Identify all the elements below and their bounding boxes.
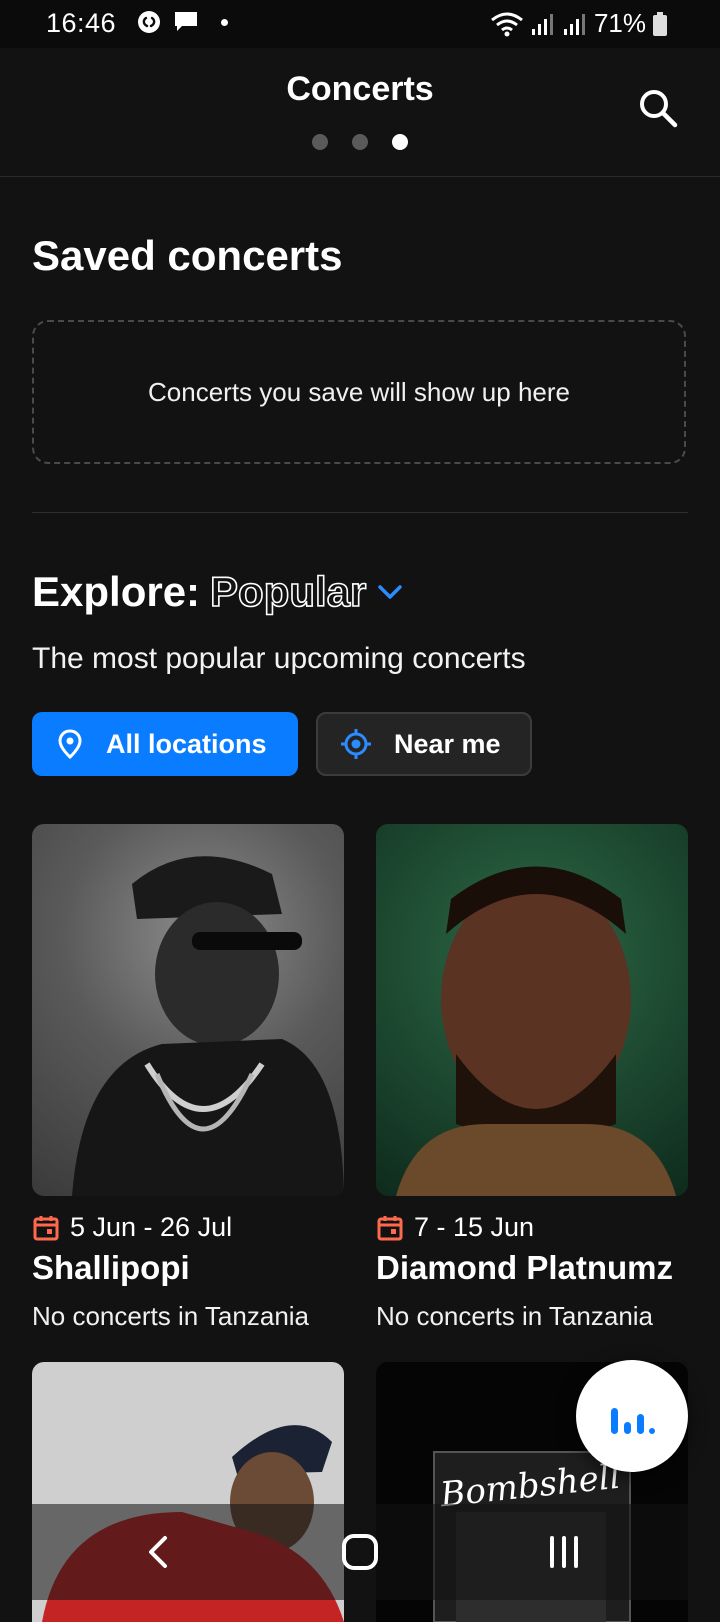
- status-left-icons: [137, 10, 228, 34]
- message-icon: [175, 12, 197, 31]
- page-indicator: [312, 134, 408, 150]
- artist-photo[interactable]: [376, 824, 688, 1196]
- filter-near-me[interactable]: Near me: [316, 712, 532, 776]
- battery-percent: 71%: [593, 8, 646, 38]
- recents-icon: [550, 1536, 578, 1568]
- audio-levels-icon: [611, 1408, 655, 1434]
- home-button[interactable]: [336, 1528, 384, 1576]
- concert-date-text: 5 Jun - 26 Jul: [70, 1212, 233, 1242]
- artist-silhouette: [72, 856, 344, 1196]
- explore-label: Explore:: [32, 568, 201, 615]
- battery-icon: [653, 11, 667, 36]
- location-pin-icon: [58, 729, 82, 759]
- concert-date: 7 - 15 Jun: [376, 1212, 688, 1243]
- concert-location-note: No concerts in Tanzania: [376, 1301, 654, 1331]
- concert-location-note: No concerts in Tanzania: [32, 1301, 310, 1331]
- status-bar: 16:46 71%: [0, 0, 720, 48]
- recents-button[interactable]: [540, 1528, 588, 1576]
- explore-header[interactable]: Explore: Popular: [32, 567, 404, 616]
- dot-icon: [221, 18, 228, 26]
- filter-near-me-label: Near me: [394, 728, 501, 759]
- search-button[interactable]: [636, 86, 680, 130]
- back-icon: [149, 1536, 167, 1568]
- page-dot-1[interactable]: [312, 134, 328, 150]
- concert-date-text: 7 - 15 Jun: [414, 1212, 535, 1242]
- app-header: Concerts: [0, 48, 720, 177]
- chevron-down-icon[interactable]: [376, 582, 404, 602]
- calendar-icon: [33, 1215, 59, 1240]
- saved-concerts-empty: Concerts you save will show up here: [32, 320, 686, 464]
- explore-subtitle: The most popular upcoming concerts: [32, 642, 526, 675]
- listen-button[interactable]: [576, 1360, 688, 1472]
- page-dot-3[interactable]: [392, 134, 408, 150]
- status-time: 16:46: [46, 8, 117, 38]
- filter-all-locations-label: All locations: [106, 728, 267, 759]
- home-icon: [342, 1534, 378, 1570]
- signal-icon: [563, 13, 585, 35]
- concert-date: 5 Jun - 26 Jul: [32, 1212, 344, 1243]
- explore-dropdown-value[interactable]: Popular: [209, 567, 367, 616]
- saved-empty-message: Concerts you save will show up here: [148, 376, 570, 407]
- filter-all-locations[interactable]: All locations: [32, 712, 298, 776]
- calendar-icon: [377, 1215, 403, 1240]
- saved-concerts-heading: Saved concerts: [32, 232, 343, 279]
- back-button[interactable]: [134, 1528, 182, 1576]
- system-nav-bar: [0, 1504, 720, 1600]
- status-right: 71%: [490, 8, 668, 39]
- artist-name: Shallipopi: [32, 1249, 190, 1286]
- search-icon: [640, 90, 678, 128]
- section-divider: [32, 512, 688, 513]
- concert-card[interactable]: 5 Jun - 26 Jul Shallipopi No concerts in…: [32, 824, 344, 1332]
- page-title: Concerts: [286, 70, 434, 108]
- crosshair-icon: [341, 729, 371, 759]
- artist-silhouette: [396, 866, 676, 1196]
- signal-icon: [531, 13, 553, 35]
- page-dot-2[interactable]: [352, 134, 368, 150]
- shazam-icon: [138, 11, 160, 33]
- artist-name: Diamond Platnumz: [376, 1249, 674, 1286]
- concert-card[interactable]: 7 - 15 Jun Diamond Platnumz No concerts …: [376, 824, 688, 1332]
- wifi-icon: [491, 12, 523, 36]
- artist-photo[interactable]: [32, 824, 344, 1196]
